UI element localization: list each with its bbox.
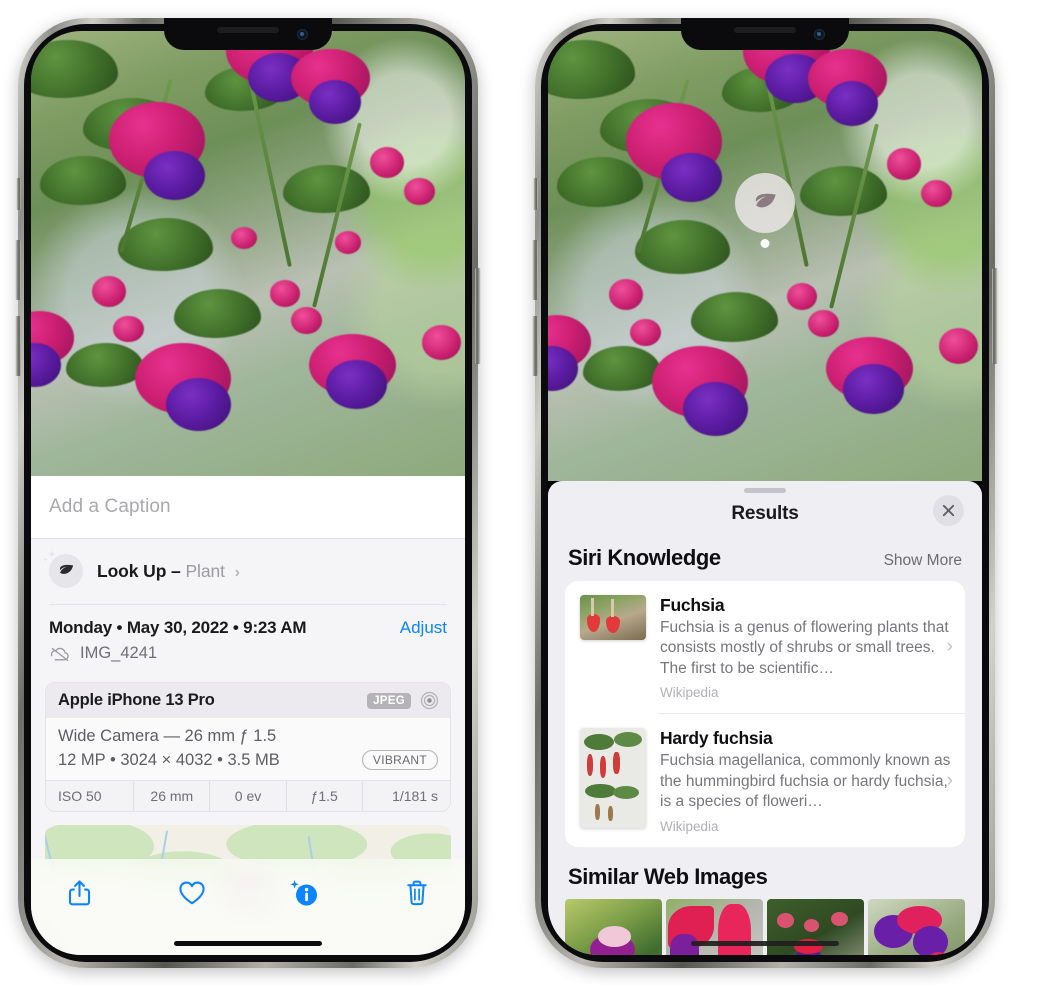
close-icon [942, 504, 955, 517]
photo-date: Monday • May 30, 2022 • 9:23 AM [49, 618, 307, 637]
exif-iso: ISO 50 [58, 788, 102, 804]
front-camera [297, 29, 308, 40]
look-up-text: Look Up – [97, 560, 181, 581]
similar-web-images-header: Similar Web Images [548, 847, 982, 899]
knowledge-description: Fuchsia magellanica, commonly known as t… [660, 752, 951, 811]
look-up-row[interactable]: Look Up – Plant › [31, 539, 465, 604]
exif-shutter: 1/181 s [361, 781, 450, 811]
photographic-style-badge: VIBRANT [361, 750, 438, 770]
share-icon [68, 880, 90, 906]
exif-row: ISO 50 26 mm 0 ev ƒ1.5 1/181 s [46, 780, 450, 811]
mute-switch[interactable] [533, 178, 538, 210]
exif-aperture: ƒ1.5 [285, 781, 362, 811]
web-image-thumbnail[interactable] [666, 898, 763, 955]
chevron-right-icon: › [234, 563, 240, 581]
photo-viewer-right[interactable] [548, 31, 982, 481]
knowledge-item-hardy-fuchsia[interactable]: Hardy fuchsia Fuchsia magellanica, commo… [565, 714, 965, 846]
trash-icon [407, 880, 427, 906]
knowledge-title: Hardy fuchsia [660, 728, 773, 749]
exif-exposure: 0 ev [209, 781, 285, 811]
web-image-thumbnail[interactable] [767, 898, 864, 955]
similar-web-images-row [548, 898, 982, 955]
photo-metadata: Monday • May 30, 2022 • 9:23 AM Adjust I… [31, 605, 465, 669]
volume-down-button[interactable] [15, 316, 21, 376]
camera-device-name: Apple iPhone 13 Pro [58, 691, 215, 709]
knowledge-thumbnail [580, 728, 646, 829]
leaf-icon [755, 193, 776, 208]
notch [164, 18, 332, 50]
sparkles-icon [43, 550, 56, 562]
volume-up-button[interactable] [15, 240, 21, 300]
look-up-subject: Plant [185, 560, 225, 581]
share-button[interactable] [59, 873, 99, 913]
visual-lookup-badge[interactable] [735, 173, 795, 233]
mute-switch[interactable] [16, 178, 21, 210]
iphone-left: Add a Caption Look Up – Plant › Monday •… [15, 18, 481, 968]
earpiece-speaker [217, 27, 279, 33]
delete-button[interactable] [397, 873, 437, 913]
section-title: Siri Knowledge [568, 545, 721, 570]
cloud-slash-icon [50, 647, 69, 661]
knowledge-source: Wikipedia [660, 818, 719, 834]
home-indicator [174, 941, 322, 946]
power-button[interactable] [475, 268, 481, 364]
siri-knowledge-header: Siri Knowledge Show More [548, 541, 982, 581]
show-more-button[interactable]: Show More [884, 552, 962, 570]
aperture-icon [420, 691, 439, 710]
iphone-right: Results Siri Knowledge Show More Fuchsia… [532, 18, 998, 968]
photo-filename: IMG_4241 [80, 644, 158, 662]
adjust-button[interactable]: Adjust [400, 618, 447, 638]
power-button[interactable] [992, 268, 998, 364]
section-title: Similar Web Images [568, 863, 768, 889]
front-camera [814, 29, 825, 40]
heart-icon [179, 881, 205, 905]
caption-field[interactable]: Add a Caption [31, 476, 465, 538]
earpiece-speaker [734, 27, 796, 33]
caption-placeholder: Add a Caption [49, 496, 171, 517]
results-title: Results [731, 503, 799, 524]
favorite-button[interactable] [172, 873, 212, 913]
knowledge-thumbnail [580, 595, 646, 640]
results-panel: Results Siri Knowledge Show More Fuchsia… [548, 481, 982, 955]
chevron-right-icon: › [946, 636, 953, 658]
info-button[interactable] [284, 873, 324, 913]
web-image-thumbnail[interactable] [565, 898, 662, 955]
camera-lens-line: Wide Camera — 26 mm ƒ 1.5 [58, 727, 277, 745]
screen-right: Results Siri Knowledge Show More Fuchsia… [548, 31, 982, 955]
knowledge-title: Fuchsia [660, 595, 725, 615]
look-up-label: Look Up – Plant › [97, 561, 240, 582]
knowledge-item-fuchsia[interactable]: Fuchsia Fuchsia is a genus of flowering … [565, 581, 965, 713]
info-sparkle-icon [290, 880, 318, 906]
web-image-thumbnail[interactable] [868, 898, 965, 955]
knowledge-source: Wikipedia [660, 685, 719, 701]
close-button[interactable] [933, 495, 964, 526]
photo-viewer-left[interactable] [31, 31, 465, 476]
screen-left: Add a Caption Look Up – Plant › Monday •… [31, 31, 465, 955]
chevron-right-icon: › [946, 769, 953, 791]
camera-info-card[interactable]: Apple iPhone 13 Pro JPEG Wide Camera — 2… [45, 682, 451, 812]
volume-down-button[interactable] [532, 316, 538, 376]
knowledge-description: Fuchsia is a genus of flowering plants t… [660, 619, 949, 677]
exif-focal: 26 mm [133, 781, 209, 811]
home-indicator [691, 941, 839, 946]
format-badge: JPEG [367, 692, 411, 709]
leaf-icon-container [43, 550, 83, 588]
siri-knowledge-card: Fuchsia Fuchsia is a genus of flowering … [565, 581, 965, 847]
notch [681, 18, 849, 50]
volume-up-button[interactable] [532, 240, 538, 300]
camera-spec-line: 12 MP • 3024 × 4032 • 3.5 MB [58, 750, 280, 769]
